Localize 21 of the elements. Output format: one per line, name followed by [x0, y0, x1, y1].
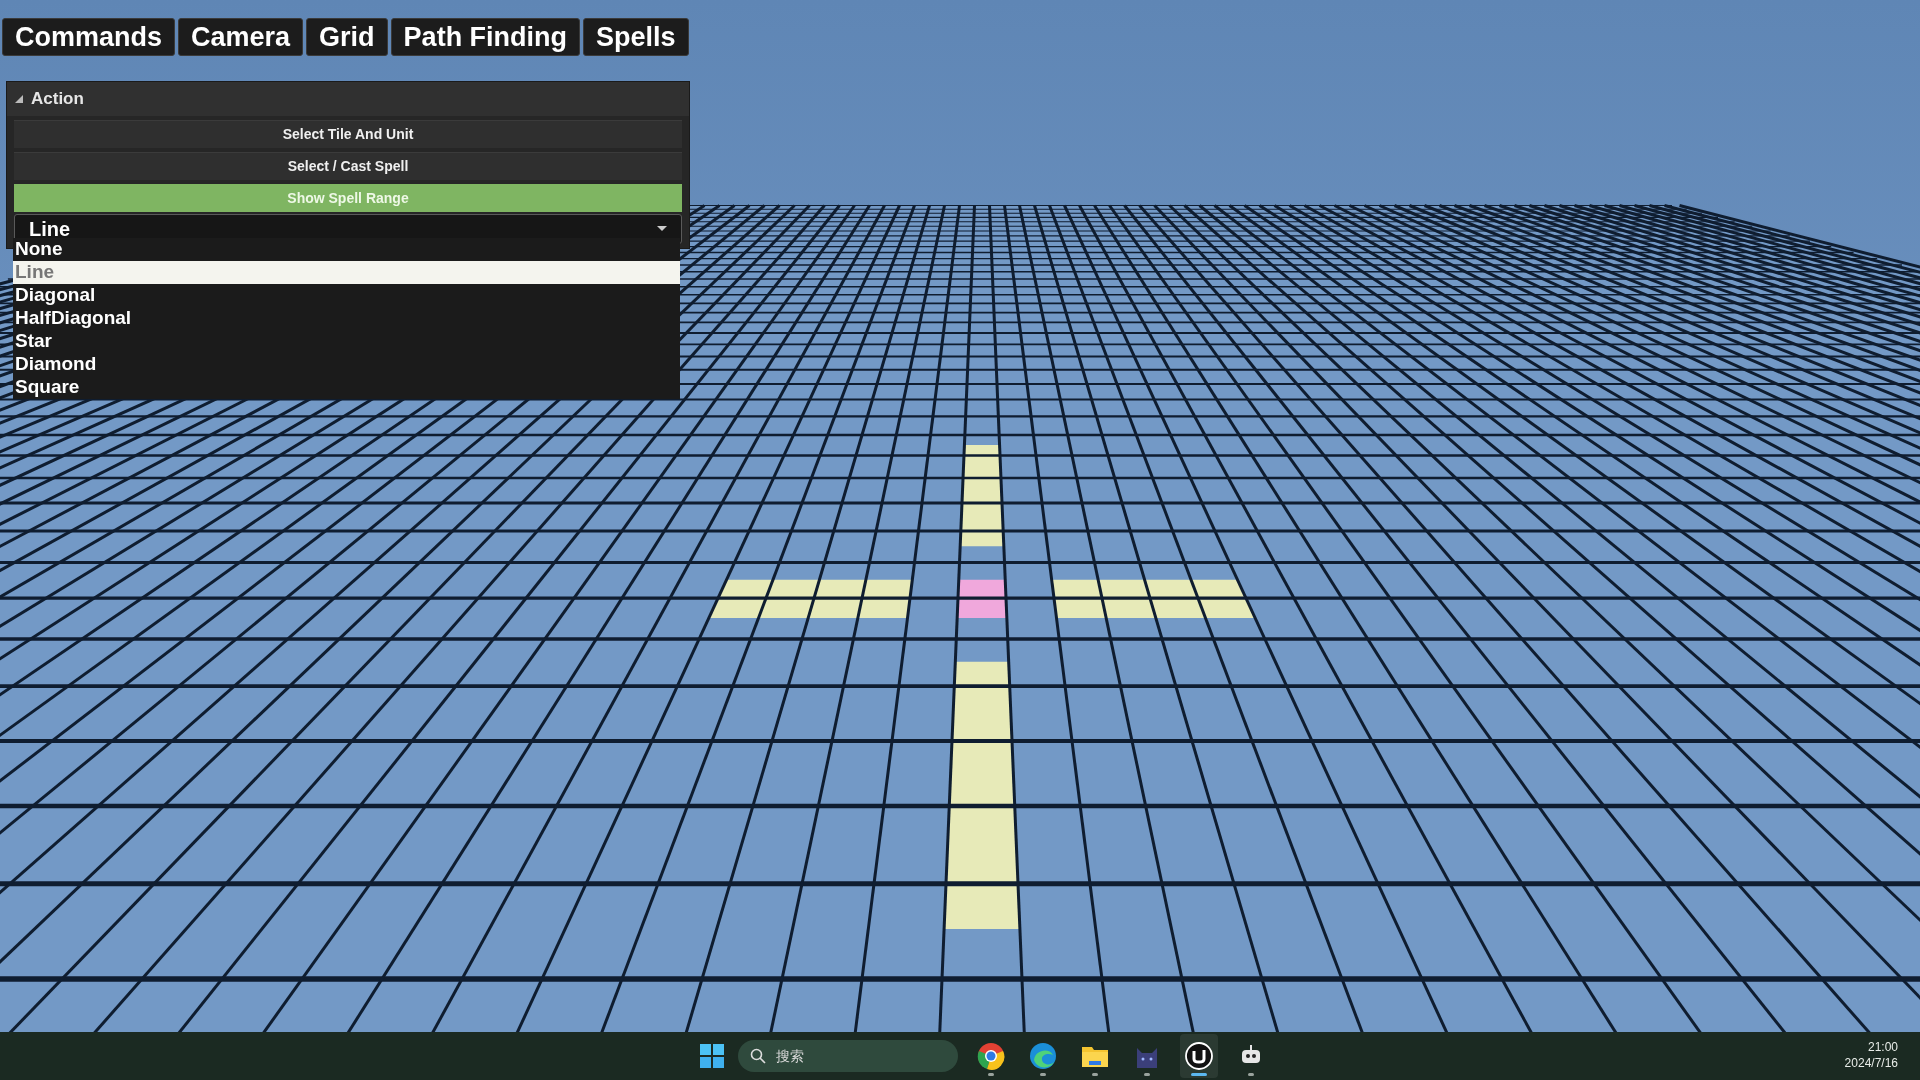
- menu-tab[interactable]: Commands: [2, 18, 176, 56]
- panel-title: Action: [31, 88, 84, 111]
- dropdown-option[interactable]: HalfDiagonal: [13, 307, 680, 330]
- menu-tab[interactable]: Camera: [178, 18, 304, 56]
- search-field[interactable]: 搜索: [738, 1040, 958, 1072]
- menu-tab[interactable]: Spells: [583, 18, 689, 56]
- menu-tab[interactable]: Grid: [306, 18, 388, 56]
- start-icon[interactable]: [700, 1044, 724, 1068]
- action-button[interactable]: Select Tile And Unit: [14, 120, 682, 148]
- clock-date: 2024/7/16: [1844, 1055, 1898, 1071]
- dropdown-option[interactable]: Diamond: [13, 353, 680, 376]
- collapse-toggle-icon[interactable]: [15, 95, 23, 103]
- dropdown-option[interactable]: Square: [13, 376, 680, 399]
- dropdown-option[interactable]: Star: [13, 330, 680, 353]
- menu-tab[interactable]: Path Finding: [390, 18, 581, 56]
- dropdown-option[interactable]: Line: [13, 261, 680, 284]
- dropdown-option[interactable]: Diagonal: [13, 284, 680, 307]
- caret-icon: [657, 226, 667, 232]
- letter-u-logo-icon[interactable]: [1180, 1034, 1218, 1078]
- action-button[interactable]: Select / Cast Spell: [14, 152, 682, 180]
- clock-time: 21:00: [1867, 1039, 1898, 1055]
